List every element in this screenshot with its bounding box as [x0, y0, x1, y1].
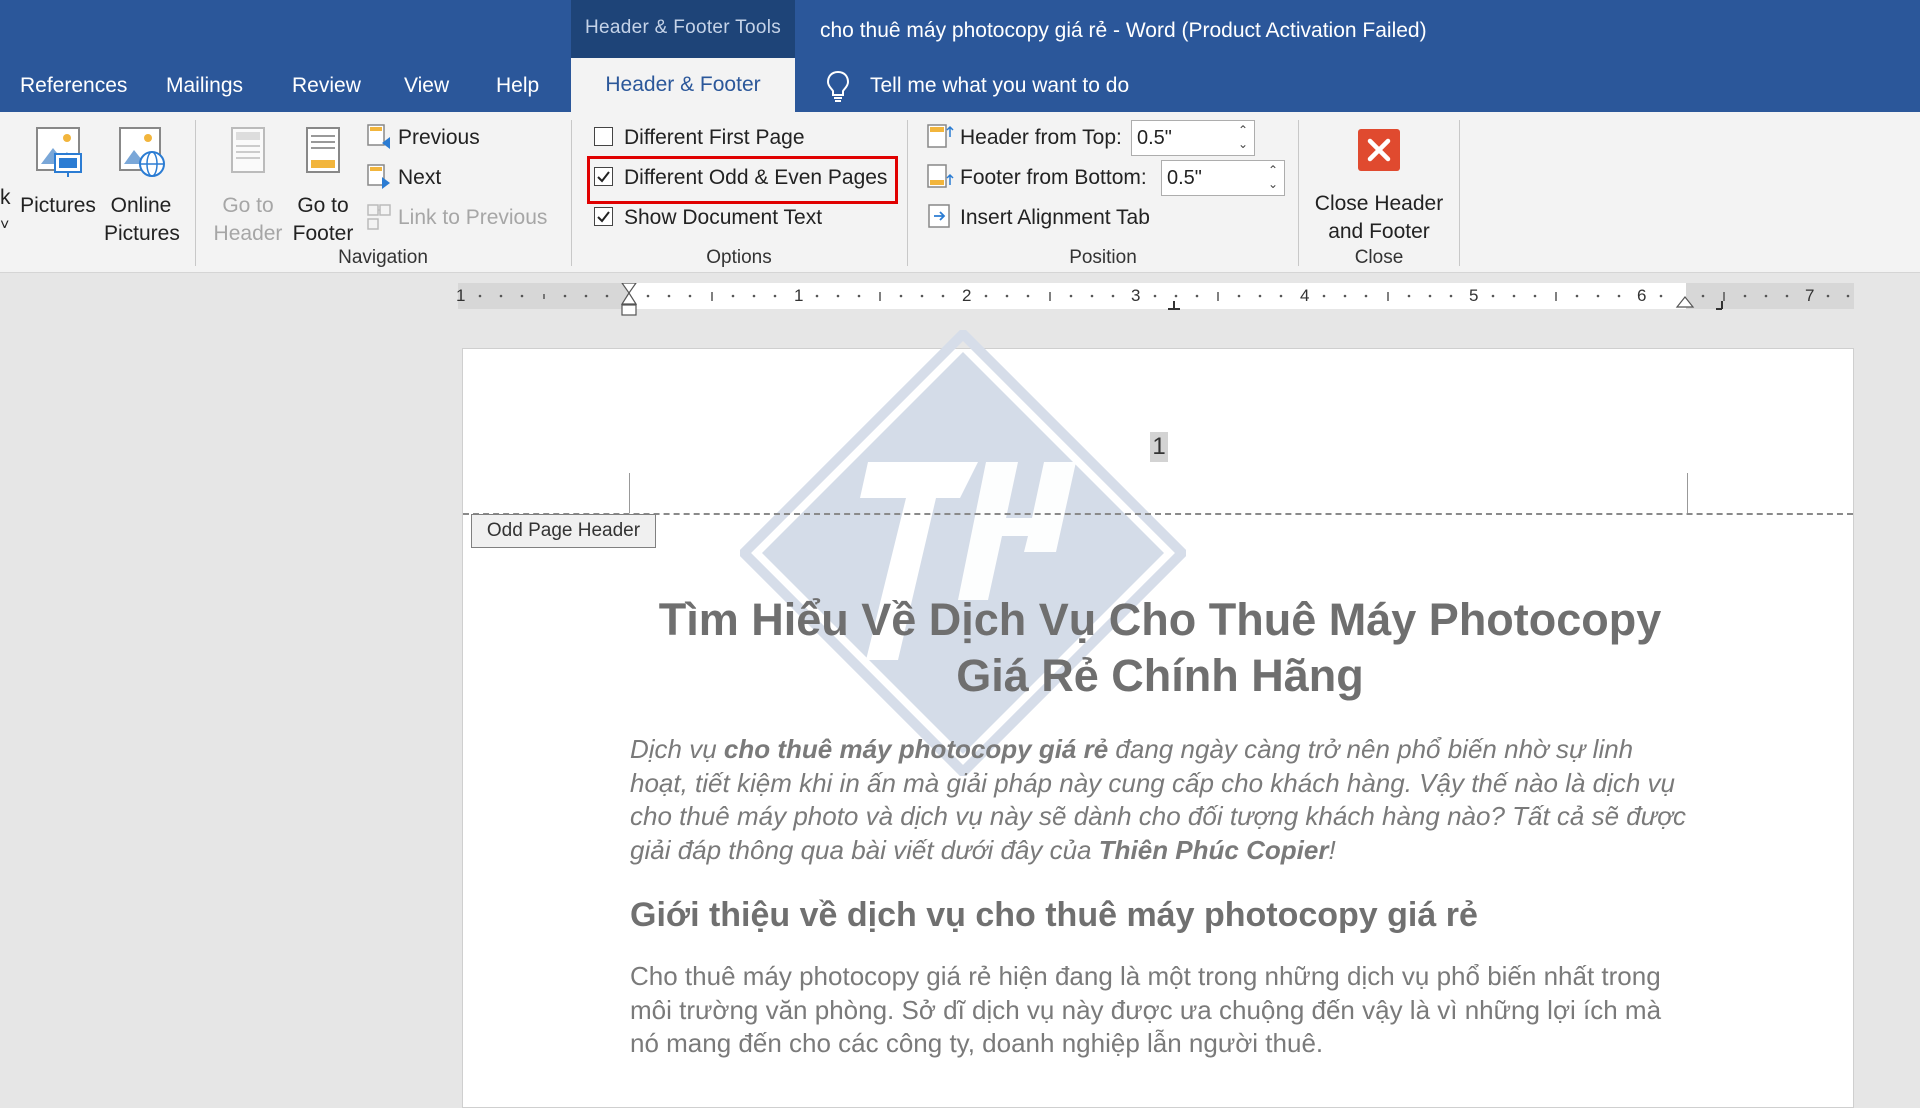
pictures-icon — [36, 127, 82, 177]
insert-alignment-tab-icon — [928, 204, 950, 228]
window-title: cho thuê máy photocopy giá rẻ - Word (Pr… — [820, 19, 1427, 42]
ruler-number: 2 — [962, 286, 972, 305]
header-from-top-spinner[interactable]: 0.5" ⌃ ⌄ — [1131, 120, 1255, 156]
checkmark-icon — [597, 211, 610, 223]
show-document-text-checkbox[interactable] — [594, 207, 613, 226]
intro-bold-1: cho thuê máy photocopy giá rẻ — [723, 734, 1109, 764]
close-header-footer-button[interactable]: Close Header and Footer — [1304, 128, 1454, 246]
ruler-number: 3 — [1131, 286, 1141, 305]
tab-mailings[interactable]: Mailings — [166, 62, 243, 112]
footer-from-bottom-icon — [927, 164, 954, 188]
body-paragraph: Cho thuê máy photocopy giá rẻ hiện đang … — [630, 961, 1662, 1058]
intro-text-3: ! — [1328, 834, 1336, 865]
tab-help[interactable]: Help — [496, 62, 539, 112]
online-pictures-button[interactable]: Online Pictures — [104, 124, 180, 248]
link-to-previous-icon — [367, 204, 391, 230]
close-header-footer-label-1: Close Header — [1314, 192, 1444, 215]
ruler-number: 6 — [1637, 286, 1647, 305]
go-to-footer-icon — [306, 127, 340, 173]
header-boundary-line — [463, 513, 1853, 515]
previous-icon — [367, 124, 390, 149]
intro-text-1: Dịch vụ — [630, 734, 724, 764]
footer-from-bottom-value: 0.5" — [1167, 167, 1202, 189]
close-group-label: Close — [1354, 247, 1404, 268]
chevron-down-icon[interactable]: ˅ — [0, 210, 9, 242]
header-from-top-label: Header from Top: — [960, 126, 1122, 149]
close-header-footer-label-2: and Footer — [1328, 220, 1430, 243]
odd-page-header-tag: Odd Page Header — [471, 514, 656, 548]
different-first-page-label[interactable]: Different First Page — [624, 122, 805, 154]
tab-view[interactable]: View — [404, 62, 449, 112]
section-heading: Giới thiệu về dịch vụ cho thuê máy photo… — [630, 896, 1478, 934]
ruler-number: 1 — [794, 286, 804, 305]
ribbon-divider — [1459, 120, 1460, 266]
next-button[interactable]: Next — [398, 162, 441, 194]
close-icon — [1358, 129, 1400, 171]
position-group-label: Position — [1069, 247, 1137, 268]
intro-paragraph: Dịch vụ cho thuê máy photocopy giá rẻ đa… — [630, 733, 1688, 867]
online-pictures-label-1: Online — [110, 194, 172, 217]
go-to-footer-label-2: Footer — [292, 222, 354, 245]
header-from-top-icon — [927, 124, 954, 148]
go-to-header-label-2: Header — [213, 222, 283, 245]
tab-references[interactable]: References — [20, 62, 127, 112]
go-to-header-button[interactable]: Go to Header — [210, 124, 286, 248]
online-pictures-icon — [119, 127, 165, 177]
options-group-label: Options — [706, 247, 772, 268]
next-icon — [367, 164, 390, 189]
go-to-footer-button[interactable]: Go to Footer — [286, 124, 360, 248]
ruler-number: 5 — [1469, 286, 1479, 305]
spinner-arrows-icon[interactable]: ⌃ ⌄ — [1266, 163, 1280, 193]
previous-button[interactable]: Previous — [398, 122, 480, 154]
margin-corner-mark — [629, 473, 630, 513]
go-to-footer-label-1: Go to — [297, 194, 349, 217]
lightbulb-icon — [826, 70, 850, 102]
page-number-field[interactable]: 1 — [1150, 432, 1168, 462]
intro-bold-2: Thiên Phúc Copier — [1098, 834, 1329, 865]
tell-me-search[interactable]: Tell me what you want to do — [870, 62, 1129, 112]
insert-alignment-tab-button[interactable]: Insert Alignment Tab — [960, 202, 1150, 234]
footer-from-bottom-spinner[interactable]: 0.5" ⌃ ⌄ — [1161, 160, 1285, 196]
ruler-number: 1 — [456, 286, 466, 305]
header-from-top-value: 0.5" — [1137, 127, 1172, 149]
footer-from-bottom-label: Footer from Bottom: — [960, 166, 1147, 189]
show-document-text-label[interactable]: Show Document Text — [624, 202, 822, 234]
navigation-group-label: Navigation — [338, 247, 428, 268]
annotation-highlight-box — [587, 156, 898, 204]
pictures-label: Pictures — [20, 194, 96, 217]
link-to-previous-button[interactable]: Link to Previous — [398, 202, 547, 234]
document-title: Tìm Hiểu Về Dịch Vụ Cho Thuê Máy Photoco… — [658, 594, 1662, 701]
margin-corner-mark — [1687, 473, 1688, 513]
context-group-label: Header & Footer Tools — [584, 17, 782, 38]
tab-header-footer[interactable]: Header & Footer — [571, 58, 795, 112]
ruler-number: 7 — [1805, 286, 1815, 305]
go-to-header-label-1: Go to — [222, 194, 274, 217]
spinner-arrows-icon[interactable]: ⌃ ⌄ — [1236, 123, 1250, 153]
online-pictures-label-2: Pictures — [104, 222, 180, 245]
pictures-button[interactable]: Pictures — [18, 124, 98, 220]
different-first-page-checkbox[interactable] — [594, 127, 613, 146]
ruler-number: 4 — [1300, 286, 1310, 305]
tab-review[interactable]: Review — [292, 62, 361, 112]
go-to-header-icon — [231, 127, 265, 173]
